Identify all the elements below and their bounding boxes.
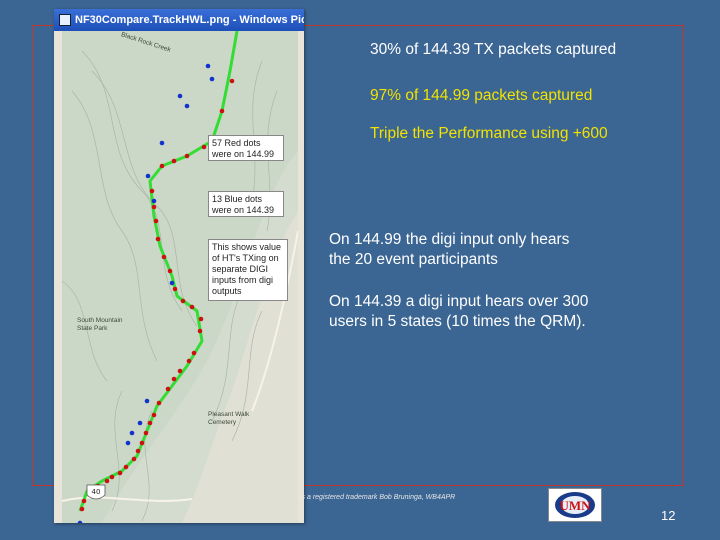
- map-image: 40 Black Rock Creek South Mountain State…: [62, 31, 298, 523]
- red-dot: [151, 204, 157, 210]
- para-144-39-line2: users in 5 states (10 times the QRM).: [329, 313, 586, 330]
- red-dot: [184, 153, 190, 159]
- blue-dot: [184, 103, 190, 109]
- performance-line: Triple the Performance using +600: [370, 125, 608, 142]
- blue-dot: [209, 76, 215, 82]
- stat-line-144-39: 30% of 144.39 TX packets captured: [370, 41, 617, 58]
- red-dot: [161, 254, 167, 260]
- red-dot: [151, 412, 157, 418]
- blue-dot: [205, 63, 211, 69]
- place-label-pleasant-walk: Pleasant Walk Cemetery: [208, 411, 250, 426]
- red-dot: [153, 218, 159, 224]
- red-dot: [172, 286, 178, 292]
- red-dot: [191, 350, 197, 356]
- footer-trademark: is a registered trademark Bob Bruninga, …: [300, 494, 456, 501]
- blue-dot: [177, 93, 183, 99]
- para-144-99-line2: the 20 event participants: [329, 251, 498, 268]
- red-dot: [139, 440, 145, 446]
- picture-viewer-window: NF30Compare.TrackHWL.png - Windows Pictu…: [54, 9, 304, 523]
- red-dot: [79, 506, 85, 512]
- red-dot: [177, 368, 183, 374]
- route-shield: 40: [86, 484, 106, 500]
- red-dot: [135, 448, 141, 454]
- blue-dot: [137, 420, 143, 426]
- callout-blue-dots: 13 Blue dots were on 144.39: [208, 191, 284, 217]
- para-144-39-line1: On 144.39 a digi input hears over 300: [329, 293, 589, 310]
- red-dot: [201, 144, 207, 150]
- window-titlebar[interactable]: NF30Compare.TrackHWL.png - Windows Pictu…: [54, 9, 304, 31]
- blue-dot: [159, 140, 165, 146]
- svg-text:40: 40: [92, 488, 101, 496]
- blue-dot: [125, 440, 131, 446]
- red-dot: [165, 386, 171, 392]
- blue-dot: [151, 198, 157, 204]
- red-dot: [131, 456, 137, 462]
- red-dot: [186, 358, 192, 364]
- red-dot: [229, 78, 235, 84]
- red-dot: [156, 400, 162, 406]
- red-dot: [219, 108, 225, 114]
- red-dot: [149, 188, 155, 194]
- red-dot: [171, 376, 177, 382]
- red-dot: [197, 328, 203, 334]
- window-title: NF30Compare.TrackHWL.png - Windows Pictu…: [75, 14, 304, 26]
- red-dot: [198, 316, 204, 322]
- red-dot: [147, 420, 153, 426]
- callout-red-dots: 57 Red dots were on 144.99: [208, 135, 284, 161]
- red-dot: [81, 498, 87, 504]
- para-144-99-line1: On 144.99 the digi input only hears: [329, 231, 570, 248]
- stat-line-144-99: 97% of 144.99 packets captured: [370, 87, 593, 104]
- blue-dot: [144, 398, 150, 404]
- red-dot: [159, 163, 165, 169]
- red-dot: [123, 464, 129, 470]
- red-dot: [155, 236, 161, 242]
- organization-logo: UMN: [548, 488, 602, 522]
- red-dot: [171, 158, 177, 164]
- red-dot: [104, 478, 110, 484]
- page-number: 12: [661, 508, 676, 523]
- red-dot: [180, 298, 186, 304]
- blue-dot: [145, 173, 151, 179]
- red-dot: [117, 470, 123, 476]
- red-dot: [109, 474, 115, 480]
- red-dot: [143, 430, 149, 436]
- picture-viewer-icon: [59, 14, 71, 26]
- place-label-south-mountain: South Mountain State Park: [77, 317, 123, 332]
- blue-dot: [129, 430, 135, 436]
- red-dot: [167, 268, 173, 274]
- red-dot: [189, 304, 195, 310]
- svg-text:UMN: UMN: [559, 498, 591, 513]
- blue-dot: [169, 280, 175, 286]
- callout-separate-inputs: This shows value of HT's TXing on separa…: [208, 239, 288, 301]
